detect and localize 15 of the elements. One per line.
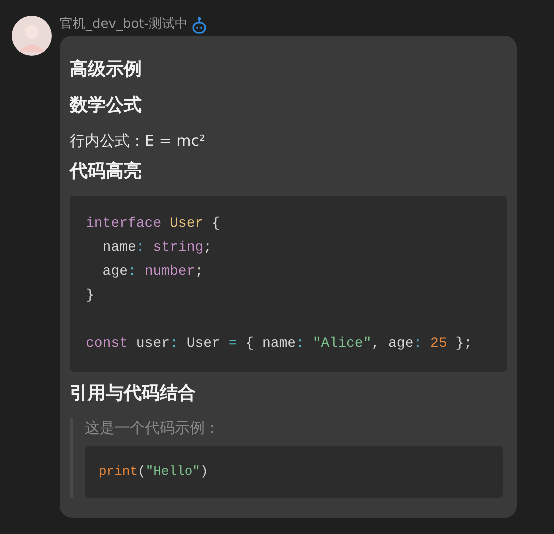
section-heading: 数学公式	[70, 94, 143, 118]
code-line: interface User {	[86, 215, 222, 234]
quote-text: 这是一个代码示例：	[85, 418, 221, 438]
code-line: }	[86, 287, 96, 306]
code-line: age: number;	[102, 263, 205, 282]
code-line: const user: User = { name: "Alice", age: 25 };	[86, 335, 474, 354]
section-heading: 代码高亮	[70, 160, 143, 184]
code-line: name: string;	[102, 239, 214, 258]
code-line: print("Hello")	[99, 463, 210, 481]
avatar	[12, 16, 52, 56]
sender-name: 官机_dev_bot-测试中	[60, 16, 188, 34]
robot-icon	[192, 16, 207, 34]
section-heading: 引用与代码结合	[70, 382, 197, 406]
paragraph: 行内公式：E = mc²	[70, 131, 206, 152]
section-heading: 高级示例	[70, 58, 143, 82]
